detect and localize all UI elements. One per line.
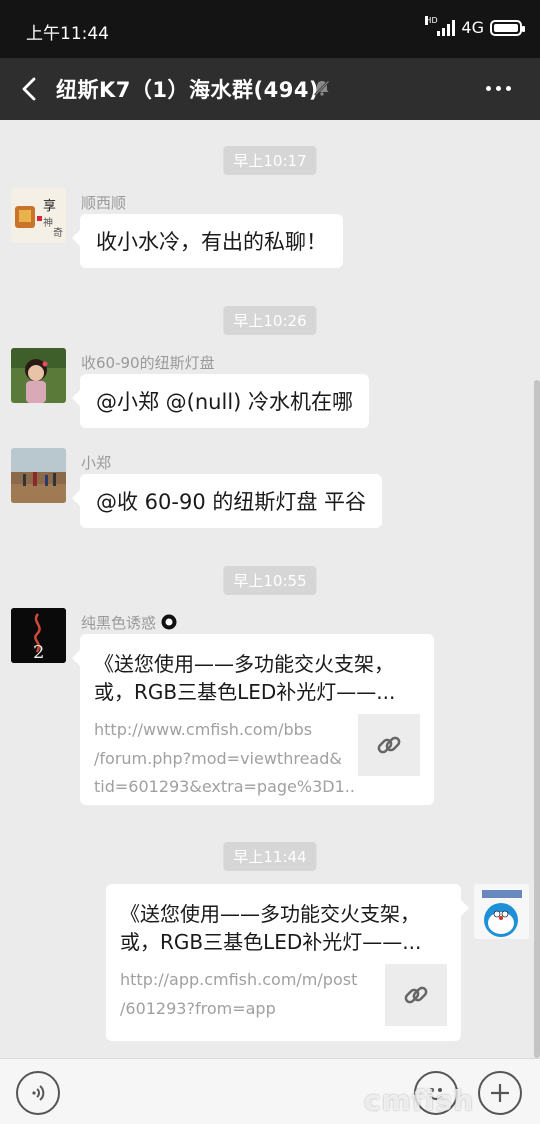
avatar[interactable]: 享 神 奇: [11, 188, 66, 243]
timestamp-chip: 早上10:26: [223, 306, 317, 335]
status-time: 上午11:44: [26, 24, 109, 44]
status-bar: 上午11:44 HD 4G: [0, 0, 540, 58]
sender-name-text: 纯黑色诱惑: [81, 614, 157, 632]
avatar[interactable]: [11, 448, 66, 503]
link-title-line: 或，RGB三基色LED补光灯——...: [94, 680, 396, 704]
chat-header: 纽斯K7（1）海水群(494): [0, 58, 540, 120]
chat-title: 纽斯K7（1）海水群(494): [56, 78, 320, 102]
link-icon: [358, 714, 420, 776]
svg-text:神: 神: [43, 216, 53, 229]
eight-ball-icon: [161, 614, 177, 630]
more-dots-icon[interactable]: [486, 78, 516, 98]
network-label: 4G: [461, 18, 484, 37]
link-url-line: http://www.cmfish.com/bbs: [94, 720, 313, 739]
svg-text:2: 2: [33, 642, 44, 663]
link-title-line: 或，RGB三基色LED补光灯——...: [120, 930, 422, 954]
link-url-line: /forum.php?mod=viewthread&: [94, 748, 342, 768]
avatar[interactable]: 2: [11, 608, 66, 663]
sender-name: 小郑: [81, 454, 112, 472]
back-arrow-icon[interactable]: [16, 74, 46, 104]
sender-name: 收60-90的纽斯灯盘: [81, 354, 215, 372]
link-url-line: http://app.cmfish.com/m/post: [120, 970, 358, 989]
message-bubble[interactable]: @收 60-90 的纽斯灯盘 平谷: [71, 474, 383, 528]
svg-text:享: 享: [43, 198, 56, 214]
message-list[interactable]: 早上10:17 享 神 奇 顺西顺 收小水冷，有出的私聊！ 早上10:26 收6…: [0, 120, 540, 1058]
avatar[interactable]: [11, 348, 66, 403]
voice-icon[interactable]: [16, 1071, 60, 1115]
timestamp-chip: 早上10:55: [223, 566, 317, 595]
plus-icon[interactable]: [478, 1071, 522, 1115]
timestamp-chip: 早上11:44: [223, 842, 317, 871]
battery-icon: [490, 19, 525, 36]
timestamp-chip: 早上10:17: [223, 146, 317, 175]
link-url-line: tid=601293&extra=page%3D1...: [94, 777, 356, 796]
link-title-line: 《送您使用——多功能交火支架，: [94, 652, 394, 676]
link-icon: [385, 964, 447, 1026]
message-bubble[interactable]: 收小水冷，有出的私聊！: [72, 214, 343, 268]
sender-name: 顺西顺: [81, 194, 127, 212]
scrollbar[interactable]: [534, 380, 540, 1058]
link-title-line: 《送您使用——多功能交火支架，: [120, 902, 420, 926]
status-indicators: HD 4G: [425, 15, 525, 37]
signal-icon: HD: [425, 15, 456, 36]
bell-off-icon: [312, 78, 332, 98]
link-card[interactable]: 《送您使用——多功能交火支架， 或，RGB三基色LED补光灯——... http…: [72, 634, 434, 805]
link-url-line: /601293?from=app: [120, 998, 276, 1018]
hd-label: HD: [425, 15, 438, 25]
svg-text:奇: 奇: [53, 226, 63, 239]
watermark: cmfish: [364, 1084, 475, 1117]
sender-name: 纯黑色诱惑: [81, 612, 177, 633]
avatar[interactable]: [474, 884, 529, 939]
message-bubble[interactable]: @小郑 @(null) 冷水机在哪: [71, 374, 370, 428]
link-card[interactable]: 《送您使用——多功能交火支架， 或，RGB三基色LED补光灯——... http…: [106, 884, 469, 1041]
